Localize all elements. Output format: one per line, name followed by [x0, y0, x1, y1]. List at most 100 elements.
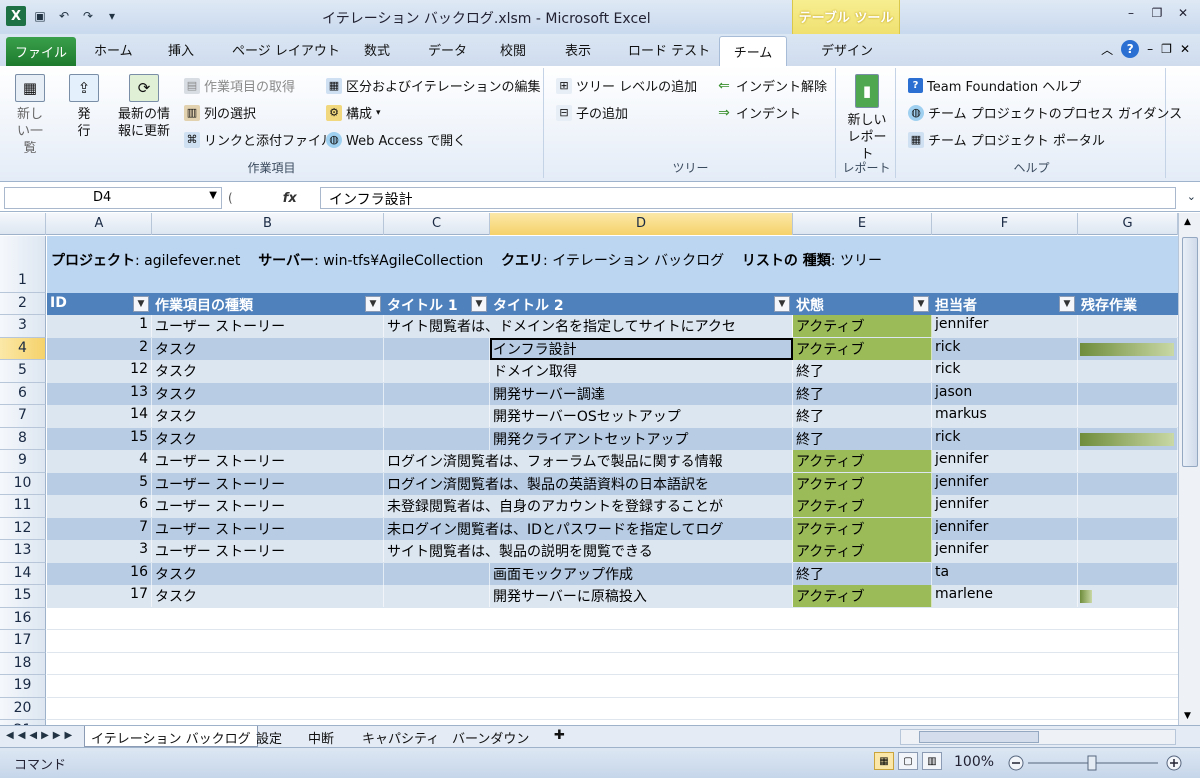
- help-icon[interactable]: ?: [1121, 40, 1140, 58]
- horizontal-scroll-thumb[interactable]: [919, 731, 1039, 743]
- cell-remaining-work[interactable]: [1078, 360, 1178, 382]
- undo-icon[interactable]: ↶: [54, 6, 74, 26]
- column-header-e[interactable]: E: [793, 213, 932, 235]
- tab-review[interactable]: 校閲: [500, 40, 526, 59]
- links-attachments-button[interactable]: ⌘ リンクと添付ファイル: [184, 130, 334, 149]
- cell-owner[interactable]: rick: [932, 360, 1078, 382]
- configure-button[interactable]: ⚙ 構成 ▾: [326, 103, 381, 122]
- cell-remaining-work[interactable]: [1078, 427, 1178, 450]
- table-row[interactable]: 13 タスク 開発サーバー調達 終了 jason: [47, 382, 1178, 405]
- new-report-button[interactable]: ▮ 新しいレポート: [842, 74, 892, 163]
- cell-remaining-work[interactable]: [1078, 585, 1178, 607]
- row-header-4[interactable]: 4: [0, 337, 46, 360]
- cell-type[interactable]: ユーザー ストーリー: [152, 450, 384, 472]
- cell-t1[interactable]: ログイン済閲覧者は、フォーラムで製品に関する情報: [384, 450, 793, 472]
- refresh-button[interactable]: ⟳ 最新の情報に更新: [112, 74, 176, 140]
- expand-formula-icon[interactable]: ⌄: [1187, 190, 1196, 203]
- cell-id[interactable]: 13: [47, 382, 152, 405]
- cell-owner[interactable]: jennifer: [932, 517, 1078, 540]
- row-header-16[interactable]: 16: [0, 607, 46, 630]
- cell-t1[interactable]: [384, 360, 490, 382]
- normal-view-icon[interactable]: ▦: [874, 752, 894, 770]
- cell-t2[interactable]: 開発クライアントセットアップ: [490, 427, 793, 450]
- cell-t1[interactable]: [384, 405, 490, 427]
- cell-t1[interactable]: [384, 585, 490, 607]
- new-list-button[interactable]: ▦ 新しい一覧: [8, 74, 52, 157]
- cell-id[interactable]: 1: [47, 315, 152, 337]
- indent-button[interactable]: ⇒ インデント: [716, 103, 801, 123]
- column-header-c[interactable]: C: [384, 213, 490, 235]
- web-access-button[interactable]: ◍ Web Access で開く: [326, 130, 466, 149]
- scroll-down-icon[interactable]: ▼: [1184, 711, 1191, 721]
- cell-state[interactable]: アクティブ: [793, 337, 932, 360]
- table-row[interactable]: 16 タスク 画面モックアップ作成 終了 ta: [47, 562, 1178, 585]
- cell-type[interactable]: ユーザー ストーリー: [152, 472, 384, 495]
- choose-columns-button[interactable]: ▥ 列の選択: [184, 103, 256, 122]
- cell-type[interactable]: ユーザー ストーリー: [152, 315, 384, 337]
- workbook-minimize-icon[interactable]: –: [1147, 42, 1153, 56]
- name-box-dropdown-icon[interactable]: ▼: [209, 190, 217, 201]
- cell-id[interactable]: 3: [47, 540, 152, 562]
- cell-state[interactable]: 終了: [793, 562, 932, 585]
- column-header-f[interactable]: F: [932, 213, 1078, 235]
- empty-row[interactable]: [47, 608, 1178, 630]
- cell-t2[interactable]: 開発サーバーOSセットアップ: [490, 405, 793, 427]
- cell-type[interactable]: タスク: [152, 337, 384, 360]
- select-all-corner[interactable]: [0, 213, 46, 235]
- workbook-close-icon[interactable]: ✕: [1180, 42, 1190, 56]
- zoom-slider[interactable]: [1008, 754, 1188, 772]
- table-row[interactable]: 2 タスク インフラ設計 アクティブ rick: [47, 337, 1178, 360]
- cell-t2[interactable]: 開発サーバー調達: [490, 382, 793, 405]
- cell-id[interactable]: 2: [47, 337, 152, 360]
- cell-owner[interactable]: jennifer: [932, 540, 1078, 562]
- row-header-3[interactable]: 3: [0, 315, 46, 338]
- cell-owner[interactable]: rick: [932, 427, 1078, 450]
- sheet-nav-icon[interactable]: ◀◀◀▶▶▶: [6, 730, 76, 741]
- table-row[interactable]: 4 ユーザー ストーリー ログイン済閲覧者は、フォーラムで製品に関する情報 アクティブ…: [47, 450, 1178, 473]
- empty-row[interactable]: [47, 698, 1178, 720]
- column-header-a[interactable]: A: [47, 213, 152, 235]
- cell-id[interactable]: 7: [47, 517, 152, 540]
- outdent-button[interactable]: ⇐ インデント解除: [716, 76, 827, 96]
- excel-logo-icon[interactable]: X: [6, 6, 26, 26]
- zoom-level[interactable]: 100%: [954, 754, 994, 770]
- cell-t1[interactable]: 未ログイン閲覧者は、IDとパスワードを指定してログ: [384, 517, 793, 540]
- process-guidance-button[interactable]: ◍ チーム プロジェクトのプロセス ガイダンス: [908, 103, 1182, 122]
- cell-id[interactable]: 15: [47, 427, 152, 450]
- cell-state[interactable]: 終了: [793, 405, 932, 427]
- tf-help-button[interactable]: ? Team Foundation ヘルプ: [908, 76, 1081, 95]
- cell-id[interactable]: 4: [47, 450, 152, 472]
- row-header-8[interactable]: 8: [0, 427, 46, 450]
- cell-remaining-work[interactable]: [1078, 315, 1178, 337]
- fx-icon[interactable]: fx: [283, 191, 297, 206]
- cell-owner[interactable]: jennifer: [932, 495, 1078, 517]
- publish-button[interactable]: ⇪ 発行: [64, 74, 104, 140]
- row-header-15[interactable]: 15: [0, 585, 46, 608]
- cell-id[interactable]: 5: [47, 472, 152, 495]
- cell-type[interactable]: ユーザー ストーリー: [152, 495, 384, 517]
- row-header-17[interactable]: 17: [0, 630, 46, 653]
- column-header-b[interactable]: B: [152, 213, 384, 235]
- cell-state[interactable]: アクティブ: [793, 472, 932, 495]
- tab-page-layout[interactable]: ページ レイアウト: [232, 40, 340, 59]
- cell-owner[interactable]: markus: [932, 405, 1078, 427]
- tab-team[interactable]: チーム: [719, 36, 787, 67]
- table-row[interactable]: 3 ユーザー ストーリー サイト閲覧者は、製品の説明を閲覧できる アクティブ jenni…: [47, 540, 1178, 563]
- filter-dropdown-icon[interactable]: ▼: [1059, 296, 1075, 312]
- filter-dropdown-icon[interactable]: ▼: [365, 296, 381, 312]
- cell-owner[interactable]: marlene: [932, 585, 1078, 607]
- table-row[interactable]: 17 タスク 開発サーバーに原稿投入 アクティブ marlene: [47, 585, 1178, 608]
- empty-row[interactable]: [47, 675, 1178, 698]
- minimize-icon[interactable]: –: [1122, 6, 1140, 22]
- cell-t1[interactable]: [384, 562, 490, 585]
- formula-input[interactable]: インフラ設計: [320, 187, 1176, 209]
- cell-type[interactable]: ユーザー ストーリー: [152, 540, 384, 562]
- customize-qat-icon[interactable]: ▾: [102, 6, 122, 26]
- cell-t2[interactable]: ドメイン取得: [490, 360, 793, 382]
- tab-design[interactable]: デザイン: [802, 40, 892, 59]
- page-break-view-icon[interactable]: ▥: [922, 752, 942, 770]
- table-row[interactable]: 6 ユーザー ストーリー 未登録閲覧者は、自身のアカウントを登録することが アクティブ…: [47, 495, 1178, 518]
- page-layout-view-icon[interactable]: ▢: [898, 752, 918, 770]
- row-header-14[interactable]: 14: [0, 562, 46, 585]
- row-header-9[interactable]: 9: [0, 450, 46, 473]
